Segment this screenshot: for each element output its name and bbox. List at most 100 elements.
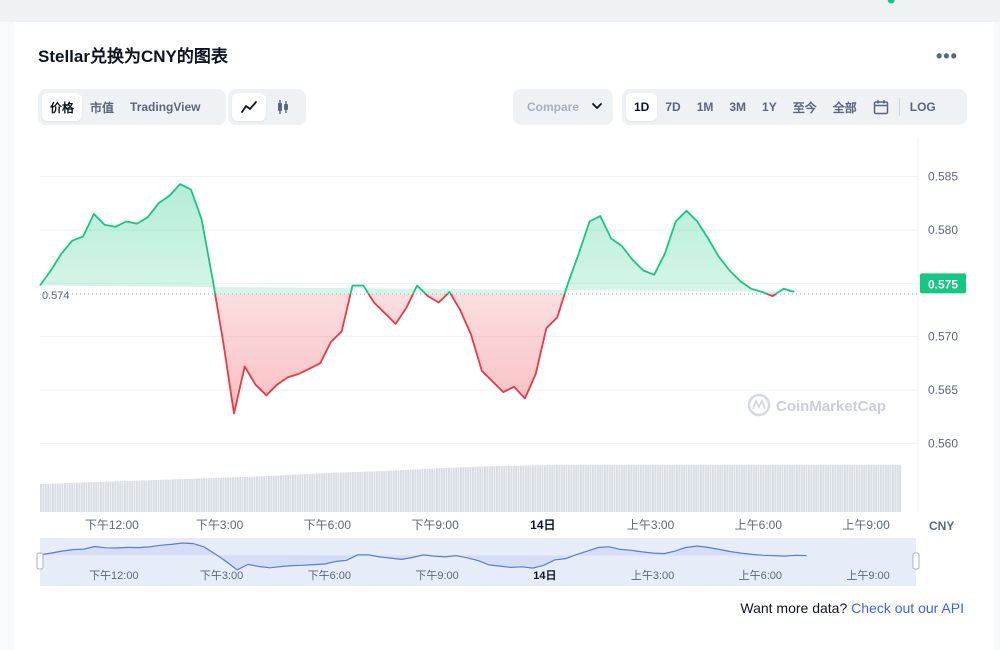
volume-bar bbox=[750, 465, 753, 512]
volume-bar bbox=[337, 472, 340, 512]
x-tick-label: 上午3:00 bbox=[627, 518, 675, 532]
volume-bar bbox=[241, 476, 244, 512]
navigator-handle-right[interactable] bbox=[912, 552, 920, 570]
footer-text: Want more data? bbox=[740, 600, 848, 616]
volume-bar bbox=[652, 465, 654, 512]
volume-bar bbox=[668, 465, 671, 512]
volume-bar bbox=[349, 472, 352, 512]
volume-bar bbox=[704, 465, 707, 512]
volume-bar bbox=[503, 465, 506, 512]
volume-bar bbox=[620, 465, 623, 512]
volume-bar bbox=[534, 465, 537, 512]
volume-bar bbox=[424, 468, 426, 512]
volume-bar bbox=[697, 465, 700, 512]
volume-bar bbox=[301, 474, 304, 512]
volume-bar bbox=[817, 465, 820, 512]
volume-bar bbox=[820, 465, 822, 512]
volume-bar bbox=[800, 465, 803, 512]
volume-bar bbox=[805, 465, 808, 512]
volume-bar bbox=[772, 465, 774, 512]
volume-bar bbox=[640, 465, 642, 512]
volume-bar bbox=[239, 477, 242, 512]
volume-bar bbox=[191, 478, 194, 512]
navigator-label: 上午6:00 bbox=[739, 569, 782, 582]
navigator-handle-left[interactable] bbox=[36, 552, 44, 570]
price-chart[interactable]: 0.5850.5800.5750.5700.5650.5600.5740.575… bbox=[0, 0, 1000, 650]
volume-bar bbox=[222, 477, 225, 512]
volume-bar bbox=[656, 465, 659, 512]
volume-bar bbox=[558, 465, 561, 512]
volume-bar bbox=[215, 477, 218, 512]
volume-bar bbox=[181, 479, 184, 512]
volume-bar bbox=[371, 471, 374, 512]
volume-bar bbox=[604, 465, 606, 512]
volume-bar bbox=[740, 465, 743, 512]
volume-bar bbox=[42, 483, 45, 512]
volume-bar bbox=[829, 465, 832, 512]
volume-bar bbox=[661, 465, 664, 512]
volume-bar bbox=[325, 473, 328, 512]
volume-bar bbox=[563, 465, 566, 512]
volume-bar bbox=[443, 467, 446, 512]
volume-bar bbox=[289, 474, 292, 512]
volume-bar bbox=[316, 473, 318, 512]
volume-bar bbox=[428, 468, 431, 512]
volume-bar bbox=[364, 471, 366, 512]
volume-bar bbox=[133, 480, 136, 512]
volume-bar bbox=[212, 477, 215, 512]
y-tick-label: 0.580 bbox=[928, 223, 958, 237]
current-price-dot bbox=[887, 0, 895, 4]
volume-bar bbox=[100, 481, 102, 512]
volume-bar bbox=[791, 465, 794, 512]
volume-bar bbox=[287, 475, 290, 512]
volume-bar bbox=[282, 475, 285, 512]
volume-bar bbox=[796, 465, 798, 512]
volume-bar bbox=[824, 465, 827, 512]
volume-bar bbox=[332, 472, 335, 512]
volume-bar bbox=[860, 465, 863, 512]
volume-bar bbox=[752, 465, 755, 512]
volume-bar bbox=[275, 475, 278, 512]
volume-bar bbox=[467, 467, 470, 512]
volume-bar bbox=[464, 467, 467, 512]
volume-bar bbox=[152, 480, 155, 512]
volume-bar bbox=[196, 478, 198, 512]
volume-bar bbox=[680, 465, 683, 512]
volume-bar bbox=[508, 465, 510, 512]
volume-bar bbox=[784, 465, 786, 512]
y-tick-label: 0.565 bbox=[928, 383, 958, 397]
volume-bar bbox=[798, 465, 801, 512]
volume-bar bbox=[126, 480, 129, 512]
volume-bar bbox=[277, 475, 280, 512]
volume-bar bbox=[625, 465, 628, 512]
volume-bar bbox=[172, 479, 174, 512]
volume-bar bbox=[685, 465, 688, 512]
volume-bar bbox=[450, 467, 453, 512]
volume-bar bbox=[256, 476, 258, 512]
volume-bar bbox=[78, 482, 81, 512]
volume-bar bbox=[143, 480, 146, 512]
volume-bar bbox=[76, 482, 78, 512]
volume-bar bbox=[887, 465, 890, 512]
volume-bar bbox=[462, 467, 465, 512]
volume-bar bbox=[853, 465, 856, 512]
volume-bar bbox=[392, 470, 395, 512]
volume-bar bbox=[272, 475, 275, 512]
volume-bar bbox=[164, 479, 167, 512]
api-link[interactable]: Check out our API bbox=[851, 600, 964, 616]
x-tick-label: 下午3:00 bbox=[196, 518, 244, 532]
volume-bar bbox=[628, 465, 630, 512]
volume-bar bbox=[529, 465, 532, 512]
volume-bar bbox=[263, 476, 266, 512]
volume-bar bbox=[587, 465, 590, 512]
volume-bar bbox=[678, 465, 681, 512]
volume-bar bbox=[815, 465, 818, 512]
volume-bar bbox=[457, 467, 460, 512]
volume-bar bbox=[404, 469, 407, 512]
volume-bar bbox=[877, 465, 880, 512]
volume-bar bbox=[810, 465, 813, 512]
volume-bar bbox=[340, 472, 342, 512]
volume-bar bbox=[131, 480, 134, 512]
volume-bar bbox=[644, 465, 647, 512]
volume-bar bbox=[438, 468, 441, 512]
